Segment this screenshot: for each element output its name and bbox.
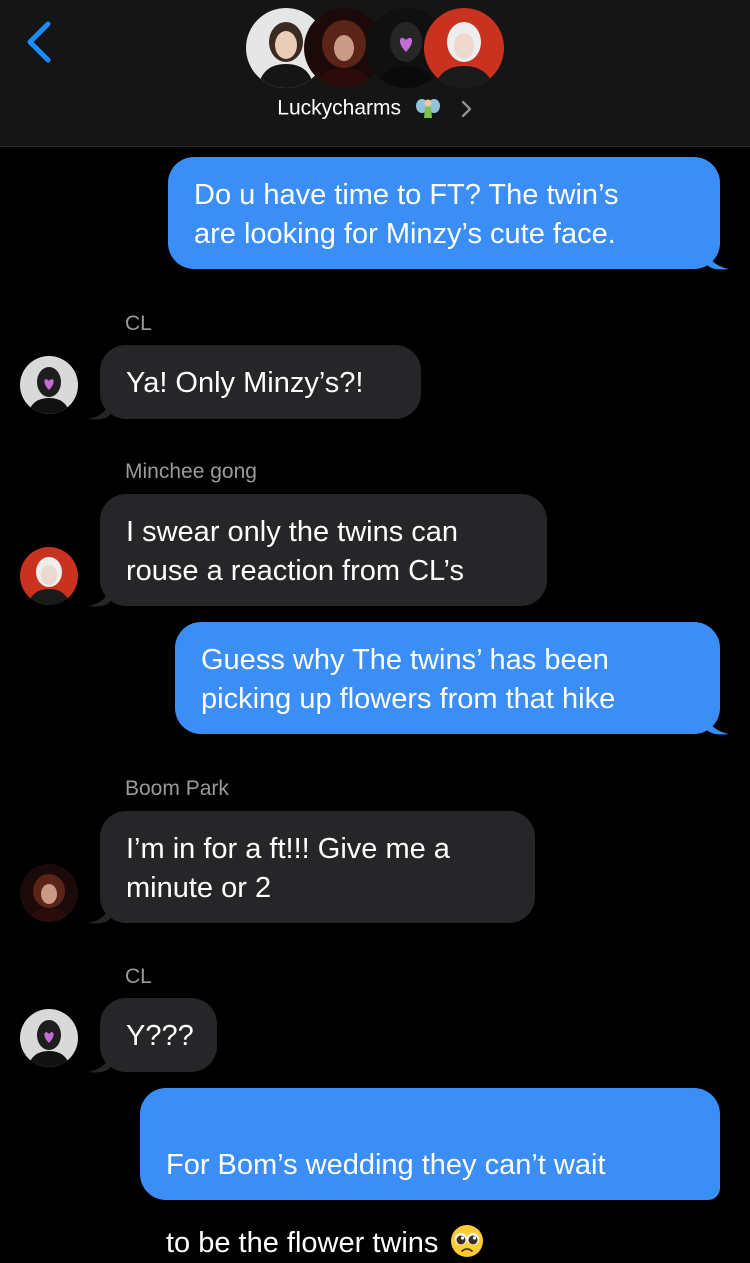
contact-avatar-cl[interactable] [20, 356, 78, 414]
contact-avatar-boom[interactable] [20, 864, 78, 922]
bubble-tail [88, 903, 110, 924]
sender-name: CL [125, 965, 152, 988]
group-name: Luckycharms [277, 96, 401, 120]
contact-avatar-minchee[interactable] [20, 547, 78, 605]
outgoing-message-bubble[interactable]: Guess why The twins’ has been picking up… [175, 622, 720, 734]
bubble-tail [707, 249, 729, 270]
fairy-icon [415, 99, 440, 118]
bubble-tail [88, 1052, 110, 1073]
message-text-line: For Bom’s wedding they can’t wait [166, 1149, 606, 1181]
outgoing-message-bubble[interactable]: Do u have time to FT? The twin’s are loo… [168, 157, 720, 269]
message-text-line: to be the flower twins [166, 1227, 439, 1259]
group-name-button[interactable]: Luckycharms [0, 96, 750, 122]
bubble-tail [707, 714, 729, 735]
incoming-message-bubble[interactable]: Y??? [100, 998, 217, 1072]
incoming-message-bubble[interactable]: I’m in for a ft!!! Give me a minute or 2 [100, 811, 535, 923]
pleading-face-icon [451, 1225, 484, 1257]
chevron-left-icon [27, 21, 51, 63]
incoming-message-bubble[interactable]: I swear only the twins can rouse a react… [100, 494, 547, 606]
conversation-header: Luckycharms [0, 0, 750, 147]
incoming-message-bubble[interactable]: Ya! Only Minzy’s?! [100, 345, 421, 419]
sender-name: Minchee gong [125, 460, 257, 483]
back-button[interactable] [18, 20, 62, 64]
outgoing-message-bubble[interactable]: For Bom’s wedding they can’t wait to be … [140, 1088, 720, 1259]
chevron-right-icon [461, 100, 471, 118]
member-avatar [424, 8, 504, 88]
contact-avatar-cl[interactable] [20, 1009, 78, 1067]
sender-name: CL [125, 312, 152, 335]
group-avatars[interactable] [246, 8, 504, 88]
bubble-tail [88, 399, 110, 420]
sender-name: Boom Park [125, 777, 229, 800]
bubble-tail [88, 586, 110, 607]
